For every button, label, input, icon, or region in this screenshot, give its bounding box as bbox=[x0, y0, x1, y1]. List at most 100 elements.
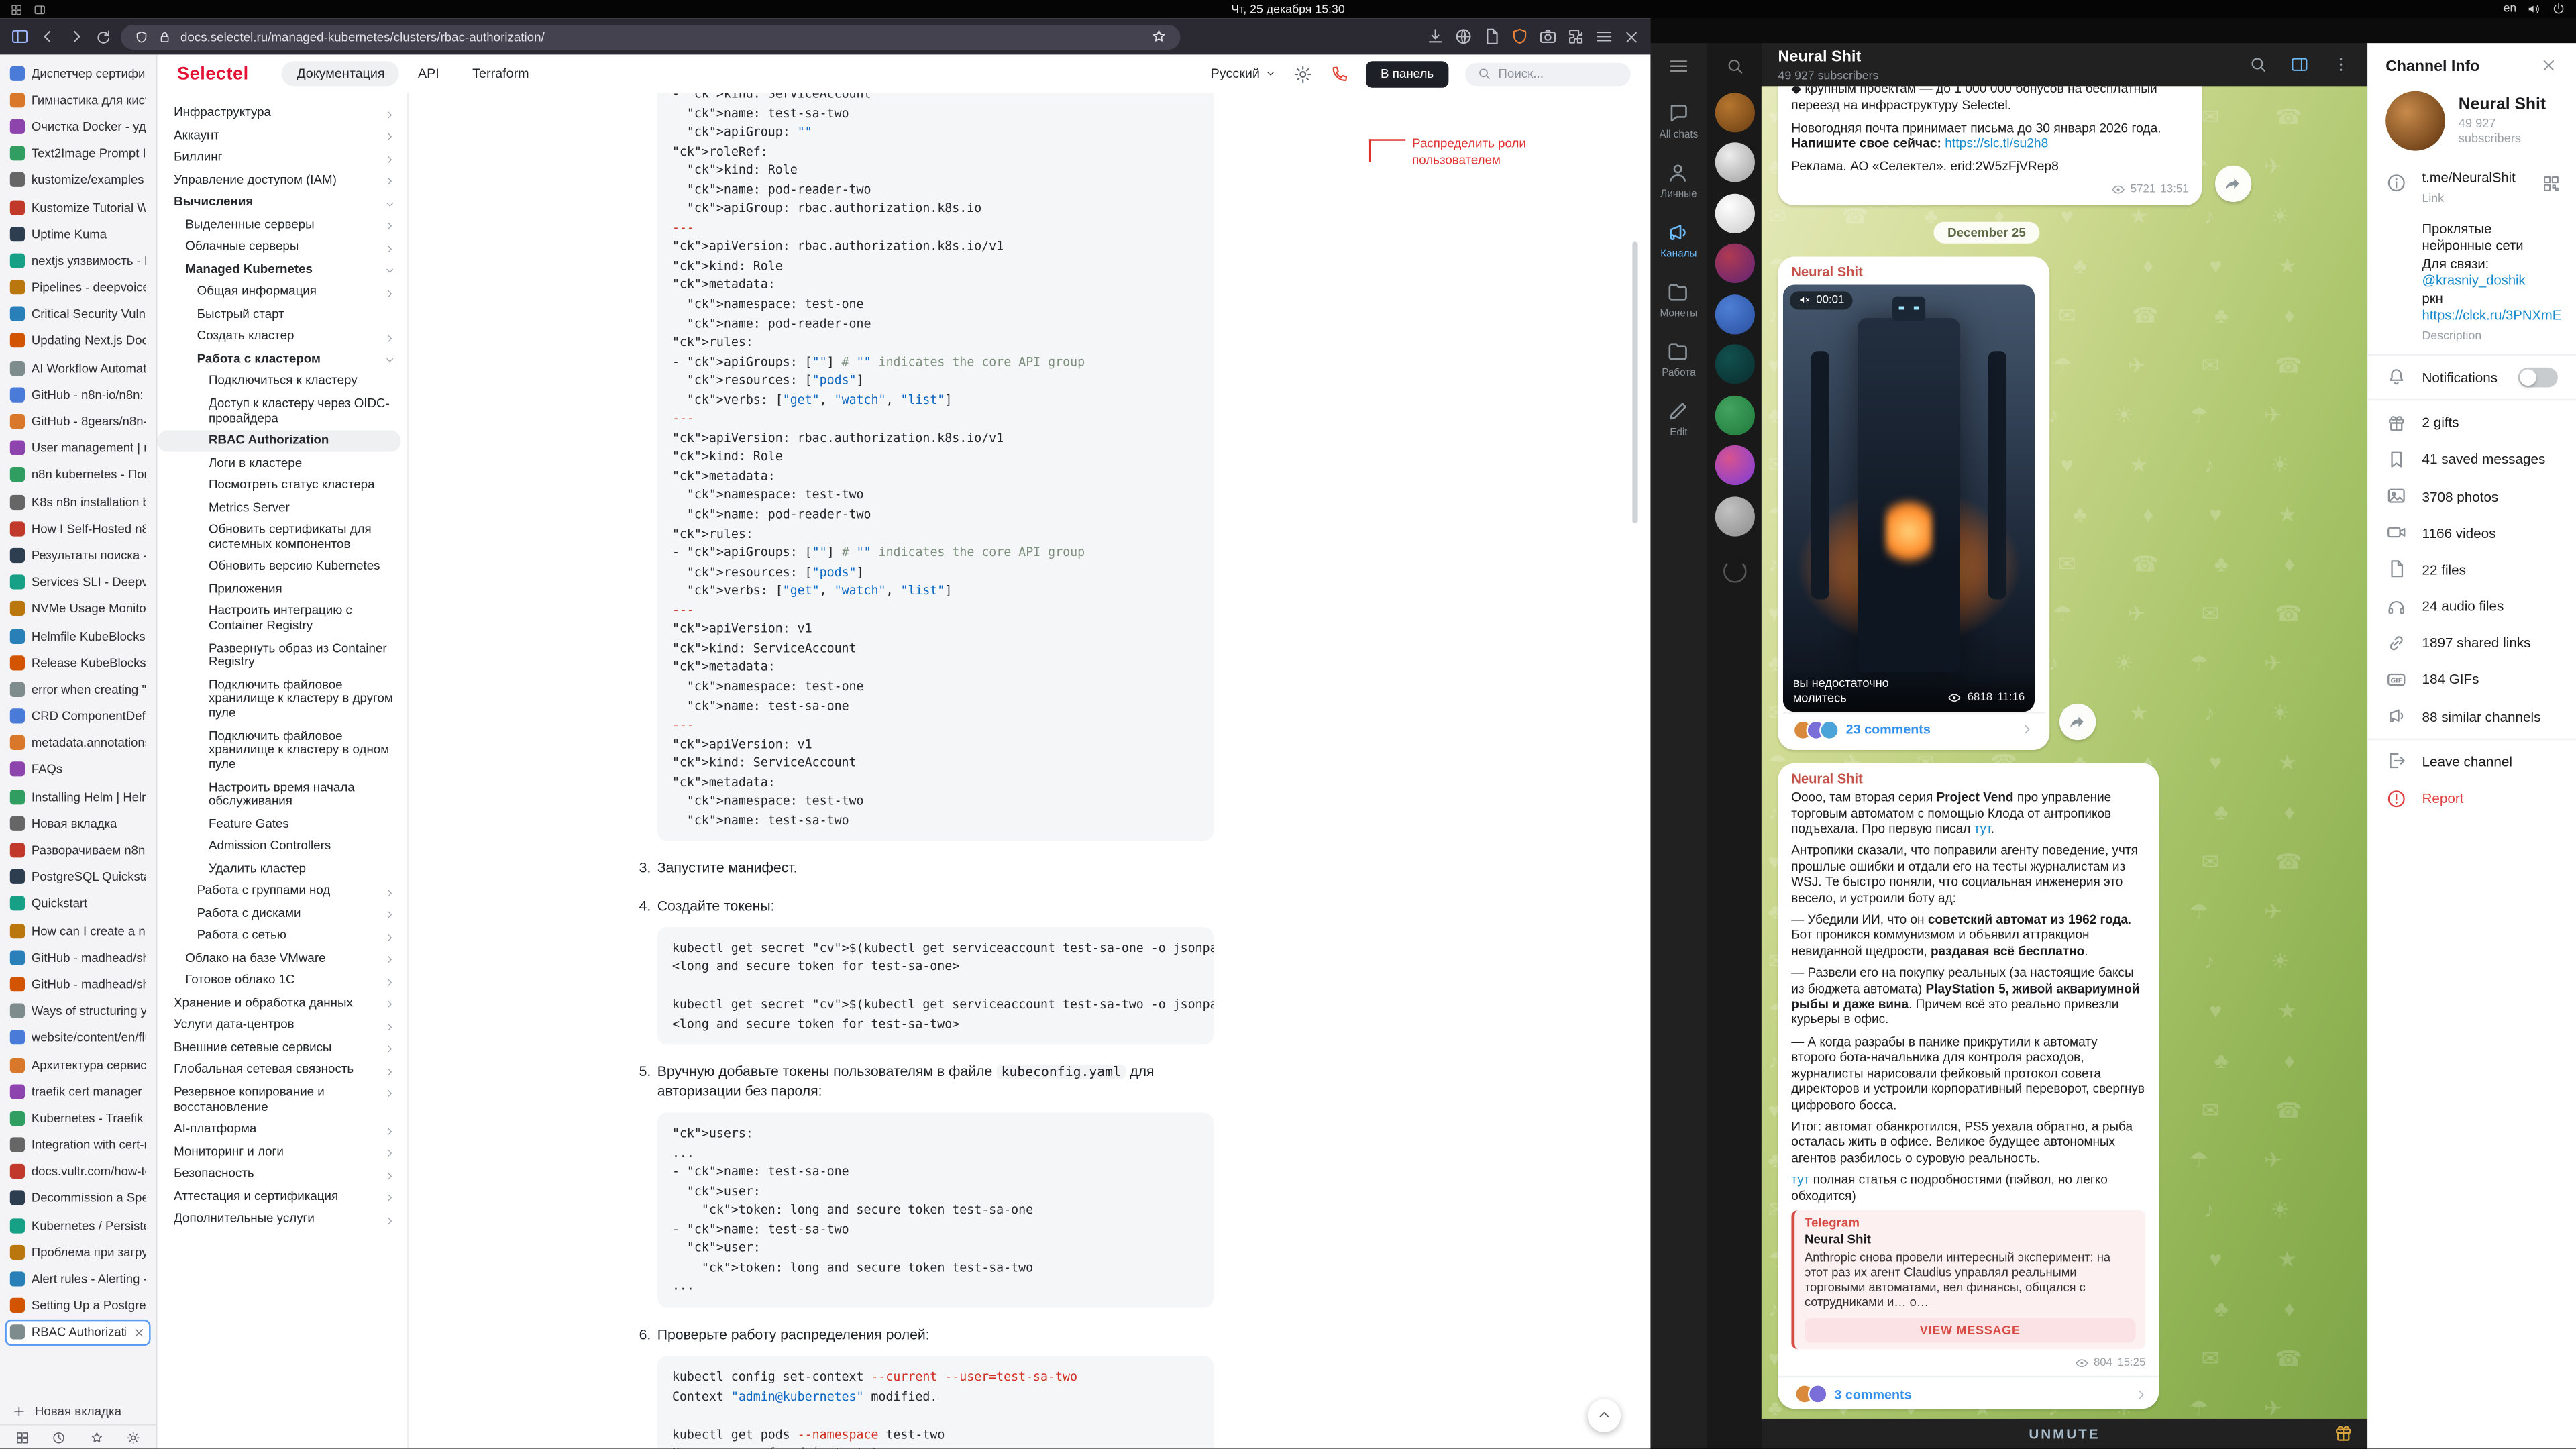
keyboard-layout[interactable]: en bbox=[2504, 3, 2516, 15]
url-bar[interactable]: docs.selectel.ru/managed-kubernetes/clus… bbox=[121, 24, 1180, 49]
docs-nav-item[interactable]: Безопасность bbox=[157, 1163, 407, 1185]
channel-profile[interactable]: Neural Shit 49 927 subscribers bbox=[2367, 86, 2576, 162]
reader-icon[interactable] bbox=[1482, 26, 1502, 46]
channel-stat-link[interactable]: 1897 shared links bbox=[2367, 625, 2576, 661]
bookmark-star-icon[interactable] bbox=[1150, 28, 1167, 45]
docs-nav-item[interactable]: Работа с кластером bbox=[157, 348, 407, 370]
docs-top-nav-terraform[interactable]: Terraform bbox=[458, 61, 544, 86]
docs-nav-item[interactable]: Биллинг bbox=[157, 148, 407, 170]
browser-tab[interactable]: User management | n8n... bbox=[5, 435, 150, 462]
chat-avatar[interactable] bbox=[1714, 496, 1754, 535]
back-icon[interactable] bbox=[38, 26, 58, 46]
qr-code-icon[interactable] bbox=[2541, 174, 2561, 194]
scroll-to-top-button[interactable] bbox=[1588, 1399, 1621, 1432]
share-button[interactable] bbox=[2215, 165, 2251, 201]
browser-tab[interactable]: NVMe Usage Monitori... bbox=[5, 596, 150, 623]
message-video[interactable]: Neural Shit 00:01 вы недостаточно молите… bbox=[1778, 256, 2049, 749]
docs-nav-item[interactable]: Глобальная сетевая связность bbox=[157, 1059, 407, 1081]
toggle-info-panel-icon[interactable] bbox=[2290, 54, 2310, 74]
browser-tab[interactable]: Диспетчер сертификатов bbox=[5, 60, 150, 87]
language-selector[interactable]: Русский bbox=[1211, 66, 1277, 81]
folder-tab-all-chats[interactable]: All chats bbox=[1660, 91, 1699, 151]
tracking-shield-icon[interactable] bbox=[134, 29, 149, 44]
docs-nav-item[interactable]: RBAC Authorization bbox=[157, 430, 400, 452]
power-icon[interactable] bbox=[2551, 1, 2566, 16]
docs-nav-item[interactable]: Managed Kubernetes bbox=[157, 259, 407, 281]
docs-nav-item[interactable]: Работа с группами нод bbox=[157, 881, 407, 903]
folder-tab-edit[interactable]: Edit bbox=[1660, 389, 1699, 449]
clock[interactable]: Чт, 25 декабря 15:30 bbox=[0, 1, 2576, 16]
channel-stat-file[interactable]: 22 files bbox=[2367, 551, 2576, 588]
chat-header[interactable]: Neural Shit 49 927 subscribers bbox=[1762, 43, 2367, 86]
chat-avatar[interactable] bbox=[1714, 92, 1754, 131]
translate-icon[interactable] bbox=[1454, 26, 1474, 46]
browser-tab[interactable]: Text2Image Prompt I... bbox=[5, 140, 150, 167]
docs-nav-item[interactable]: Внешние сетевые сервисы bbox=[157, 1037, 407, 1059]
notifications-row[interactable]: Notifications bbox=[2367, 359, 2576, 396]
menu-icon[interactable] bbox=[1595, 26, 1615, 46]
browser-tab[interactable]: website/content/en/flux... bbox=[5, 1024, 150, 1051]
new-tab-button[interactable]: Новая вкладка bbox=[0, 1397, 156, 1424]
browser-tab[interactable]: K8s n8n installation best... bbox=[5, 488, 150, 515]
message-author[interactable]: Neural Shit bbox=[1783, 261, 2045, 284]
docs-nav-item[interactable]: Быстрый старт bbox=[157, 304, 407, 326]
theme-settings-icon[interactable] bbox=[1293, 64, 1313, 84]
docs-search-input[interactable]: Поиск... bbox=[1465, 62, 1631, 86]
channel-stat-gif[interactable]: GIF184 GIFs bbox=[2367, 661, 2576, 698]
folder-tab-личные[interactable]: Личные bbox=[1660, 151, 1699, 211]
browser-tab[interactable]: nextjs уязвимость - По... bbox=[5, 247, 150, 274]
bookmarks-icon[interactable] bbox=[89, 1430, 103, 1444]
view-message-button[interactable]: VIEW MESSAGE bbox=[1805, 1317, 2136, 1342]
browser-tab[interactable]: Uptime Kuma bbox=[5, 221, 150, 248]
browser-tab[interactable]: Installing Helm | Helm bbox=[5, 783, 150, 810]
chat-search-icon[interactable] bbox=[2248, 54, 2268, 74]
docs-nav-item[interactable]: Feature Gates bbox=[157, 814, 407, 836]
channel-stat-bookmark[interactable]: 41 saved messages bbox=[2367, 441, 2576, 478]
leave-channel-button[interactable]: Leave channel bbox=[2367, 743, 2576, 780]
channel-description-row[interactable]: Проклятые нейронные сетиДля связи: @kras… bbox=[2367, 213, 2576, 351]
comments-bar[interactable]: 23 comments bbox=[1783, 712, 2045, 745]
docs-nav-item[interactable]: AI-платформа bbox=[157, 1119, 407, 1141]
docs-nav-item[interactable]: Создать кластер bbox=[157, 326, 407, 348]
volume-icon[interactable] bbox=[2526, 1, 2541, 16]
downloads-icon[interactable] bbox=[1426, 26, 1446, 46]
notifications-toggle[interactable] bbox=[2518, 368, 2558, 388]
tab-close-icon[interactable] bbox=[132, 1326, 146, 1340]
channel-stat-video[interactable]: 1166 videos bbox=[2367, 515, 2576, 551]
browser-tab[interactable]: Архитектура сервис... bbox=[5, 1051, 150, 1078]
docs-nav-item[interactable]: Мониторинг и логи bbox=[157, 1141, 407, 1163]
browser-tab[interactable]: error when creating "ku... bbox=[5, 676, 150, 703]
browser-tab[interactable]: GitHub - n8n-io/n8n: Fai... bbox=[5, 381, 150, 408]
chat-avatar[interactable] bbox=[1714, 395, 1754, 435]
browser-tab[interactable]: Quickstart bbox=[5, 890, 150, 917]
docs-nav-item[interactable]: Аттестация и сертификация bbox=[157, 1185, 407, 1208]
browser-tab[interactable]: RBAC Authorization | ... bbox=[5, 1319, 150, 1346]
docs-nav-item[interactable]: Вычисления bbox=[157, 192, 407, 214]
browser-tab[interactable]: Decommission a Specifi... bbox=[5, 1185, 150, 1212]
chat-avatar[interactable] bbox=[1714, 142, 1754, 182]
chat-avatar[interactable] bbox=[1714, 294, 1754, 333]
docs-nav-item[interactable]: Облако на базе VMware bbox=[157, 948, 407, 970]
browser-tab[interactable]: Очистка Docker - удал... bbox=[5, 113, 150, 140]
date-chip[interactable]: December 25 bbox=[1934, 221, 2039, 243]
channel-stat-photo[interactable]: 3708 photos bbox=[2367, 478, 2576, 515]
close-panel-icon[interactable] bbox=[2540, 56, 2558, 74]
docs-nav-item[interactable]: Приложения bbox=[157, 578, 407, 600]
docs-nav-item[interactable]: Работа с сетью bbox=[157, 925, 407, 947]
channel-stat-audio[interactable]: 24 audio files bbox=[2367, 588, 2576, 625]
sidebar-settings-icon[interactable] bbox=[126, 1430, 141, 1444]
docs-nav-item[interactable]: Подключить файловое хранилище к кластеру… bbox=[157, 726, 407, 777]
chat-avatar[interactable] bbox=[1714, 445, 1754, 485]
docs-nav-item[interactable]: Хранение и обработка данных bbox=[157, 992, 407, 1014]
folder-tab-работа[interactable]: Работа bbox=[1660, 329, 1699, 389]
chat-avatar[interactable] bbox=[1714, 244, 1754, 283]
video-thumbnail[interactable]: 00:01 вы недостаточно молитесь 6818 11:1… bbox=[1783, 284, 2035, 712]
docs-nav-item[interactable]: Инфраструктура bbox=[157, 103, 407, 125]
browser-tab[interactable]: Pipelines - deepvoice / K... bbox=[5, 274, 150, 301]
sidebar-toggle-icon[interactable] bbox=[10, 26, 30, 46]
browser-tab[interactable]: Kubernetes / Persistent ... bbox=[5, 1212, 150, 1239]
browser-tab[interactable]: Updating Next.js Doc... bbox=[5, 327, 150, 354]
browser-tab[interactable]: Ways of structuring you... bbox=[5, 998, 150, 1024]
docs-nav-item[interactable]: Подключить файловое хранилище к кластеру… bbox=[157, 674, 407, 725]
panel-button[interactable]: В панель bbox=[1366, 60, 1449, 87]
